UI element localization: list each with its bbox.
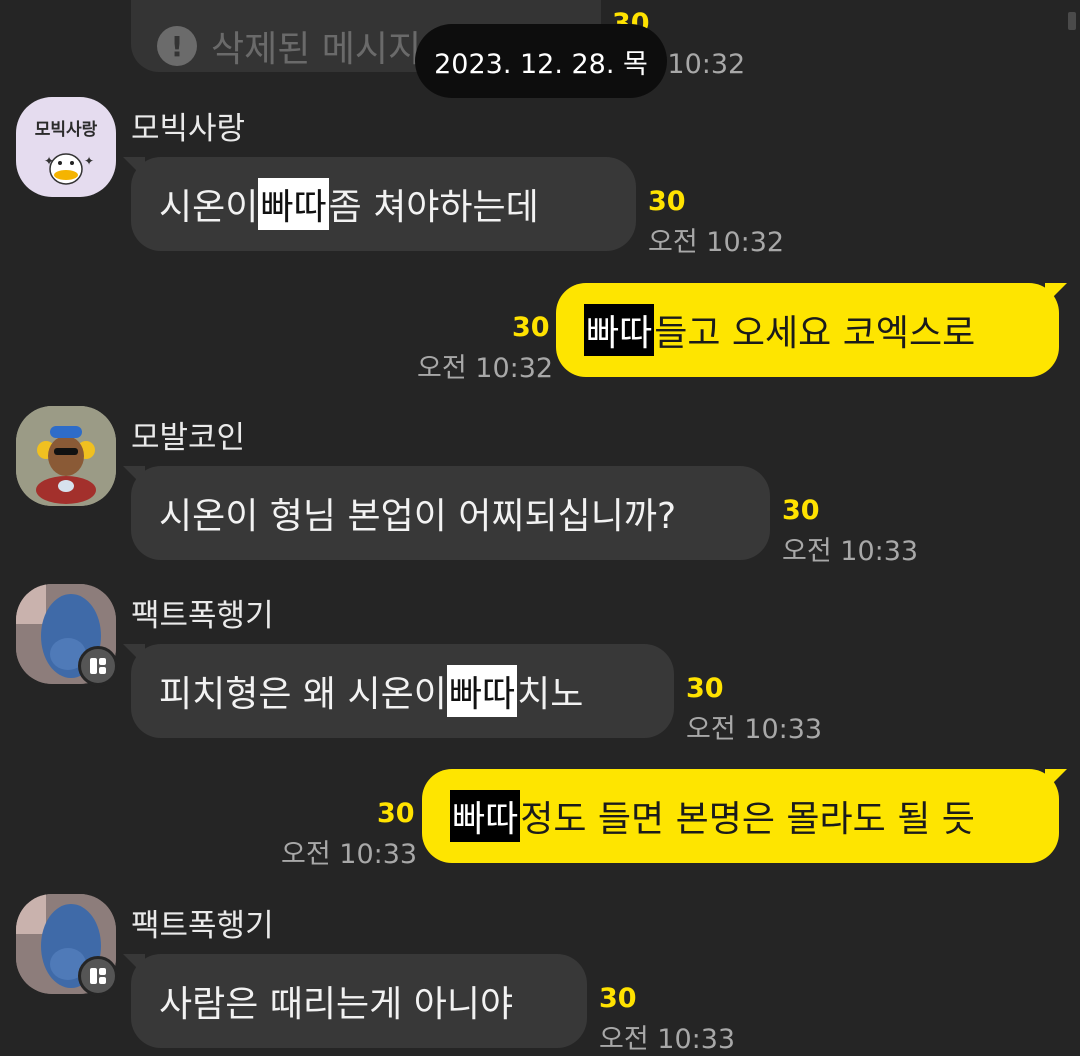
- highlighted-text: 빠따: [446, 665, 518, 717]
- message-bubble[interactable]: 피치형은 왜 시온이 빠따 치노: [123, 644, 674, 738]
- scrollbar[interactable]: [1068, 12, 1076, 30]
- duck-character-icon: 모빅사랑 ✦ ✦: [35, 120, 98, 185]
- message-time: 오전 10:32: [648, 227, 785, 258]
- sender-name: 모빅사랑: [131, 111, 246, 147]
- message-bubble-outgoing[interactable]: 빠따 들고 오세요 코엑스로: [556, 283, 1067, 377]
- profile-badge-icon: [78, 646, 118, 686]
- message-text: 시온이 형님 본업이 어찌되십니까?: [159, 496, 677, 537]
- message-bubble[interactable]: 시온이 빠따 좀 쳐야하는데: [123, 157, 636, 251]
- unread-count: 30: [599, 983, 637, 1014]
- message-time: 오전 10:33: [599, 1024, 736, 1055]
- message-text: 시온이: [159, 187, 259, 228]
- sender-name: 팩트폭행기: [131, 598, 274, 634]
- svg-text:✦: ✦: [44, 154, 54, 168]
- message-time: 오전 10:32: [417, 353, 554, 384]
- sender-name: 모발코인: [131, 420, 246, 456]
- character-avatar-icon: [16, 406, 116, 506]
- message-bubble-outgoing[interactable]: 빠따 정도 들면 본명은 몰라도 될 듯: [422, 769, 1067, 863]
- message-text: 좀 쳐야하는데: [328, 187, 539, 228]
- message-text: 들고 오세요 코엑스로: [654, 313, 976, 354]
- alert-icon: !: [157, 26, 197, 66]
- highlighted-text: 빠따: [450, 790, 521, 842]
- message-text: 피치형은 왜 시온이: [159, 674, 447, 715]
- svg-text:모빅사랑: 모빅사랑: [35, 120, 98, 140]
- highlighted-text: 빠따: [258, 178, 329, 230]
- message-time: 오전 10:33: [281, 839, 418, 870]
- unread-count: 30: [648, 186, 686, 217]
- unread-count: 30: [686, 673, 724, 704]
- avatar[interactable]: 모빅사랑 ✦ ✦: [16, 97, 116, 197]
- message-text: 치노: [517, 674, 584, 715]
- highlighted-text: 빠따: [584, 304, 655, 356]
- message-text: 정도 들면 본명은 몰라도 될 듯: [520, 799, 975, 840]
- svg-text:✦: ✦: [84, 154, 94, 168]
- profile-badge-icon: [78, 956, 118, 996]
- avatar[interactable]: [16, 406, 116, 506]
- message-time: 오전 10:33: [782, 536, 919, 567]
- sender-name: 팩트폭행기: [131, 908, 274, 944]
- message-bubble[interactable]: 시온이 형님 본업이 어찌되십니까?: [123, 466, 770, 560]
- unread-count: 30: [512, 312, 550, 343]
- message-time: 오전 10:33: [686, 714, 823, 745]
- message-bubble[interactable]: 사람은 때리는게 아니야: [123, 954, 587, 1048]
- unread-count: 30: [377, 798, 415, 829]
- date-indicator: 2023. 12. 28. 목: [415, 24, 667, 98]
- message-text: 사람은 때리는게 아니야: [159, 984, 514, 1025]
- unread-count: 30: [782, 495, 820, 526]
